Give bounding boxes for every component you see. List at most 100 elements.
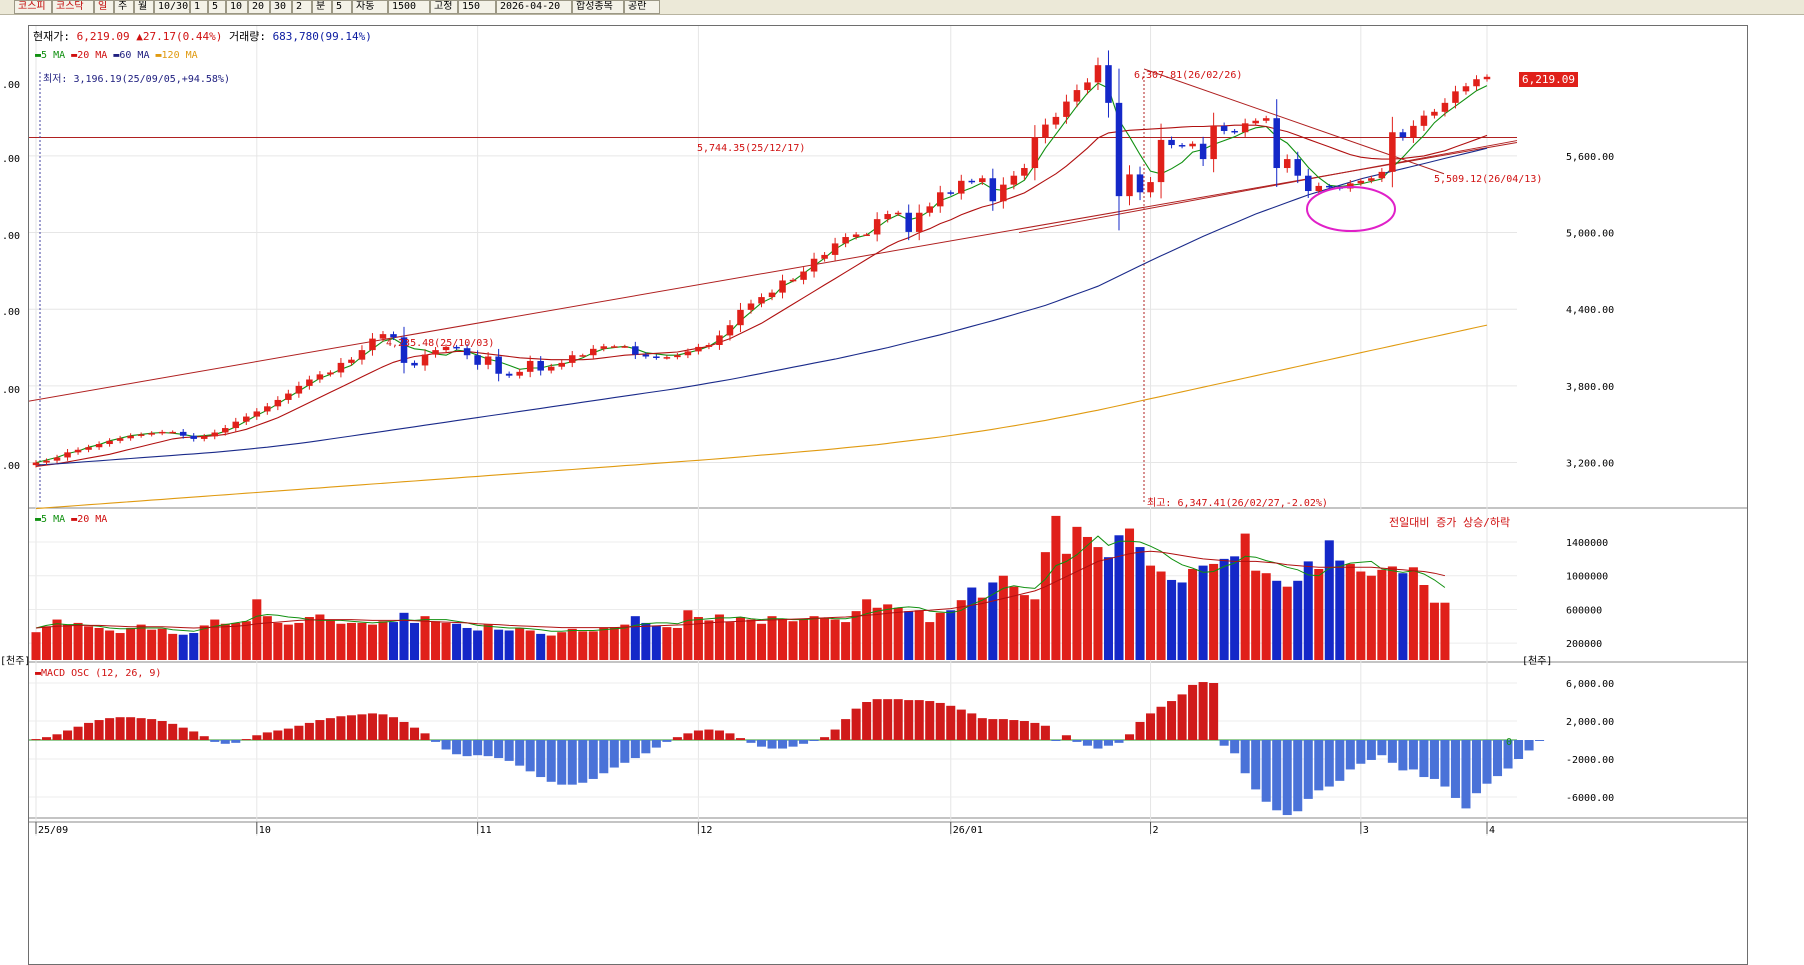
volume-bar <box>725 622 735 660</box>
candle-body <box>1452 91 1459 103</box>
toolbar-item[interactable]: 2026-04-20 <box>496 0 572 14</box>
macd-bar <box>1377 740 1387 756</box>
toolbar-item[interactable]: 5 <box>208 0 226 14</box>
toolbar-item[interactable]: 합성종목 <box>572 0 624 14</box>
candle-body <box>327 372 334 375</box>
toolbar-item[interactable]: 2 <box>292 0 312 14</box>
x-tick-label: 11 <box>480 825 492 836</box>
volume-bar <box>567 628 577 660</box>
macd-bar <box>357 714 367 740</box>
candle-body <box>1031 137 1039 169</box>
macd-bar <box>988 719 998 740</box>
toolbar-item[interactable]: 분 <box>312 0 332 14</box>
macd-bar <box>1524 740 1534 751</box>
toolbar-item[interactable]: 자동 <box>352 0 388 14</box>
toolbar-item[interactable]: 30 <box>270 0 292 14</box>
toolbar-item[interactable]: 코스닥 <box>52 0 94 14</box>
candle-body <box>747 303 755 310</box>
candle-body <box>1178 145 1186 147</box>
candle-body <box>1241 123 1249 133</box>
candle-body <box>758 297 765 304</box>
x-tick-label: 4 <box>1489 825 1495 836</box>
volume-bar <box>1051 515 1061 660</box>
macd-bar <box>367 713 377 740</box>
volume-bar <box>1314 568 1324 660</box>
macd-bar <box>788 740 798 747</box>
candle-body <box>936 192 944 207</box>
macd-bar <box>904 700 914 740</box>
candle-body <box>53 457 61 461</box>
toolbar-item[interactable]: 공란 <box>624 0 660 14</box>
macd-bar <box>1272 740 1282 811</box>
macd-bar <box>820 737 830 740</box>
support-annotation: 5,509.12(26/04/13) <box>1434 174 1543 185</box>
volume-bar <box>967 587 977 660</box>
volume-bar <box>378 621 388 660</box>
toolbar-item[interactable]: 150 <box>458 0 496 14</box>
toolbar-item[interactable]: 코스피 <box>14 0 52 14</box>
toolbar-item[interactable]: 1 <box>190 0 208 14</box>
toolbar-item[interactable]: 일 <box>94 0 114 14</box>
toolbar-item[interactable]: 월 <box>134 0 154 14</box>
candle-body <box>684 351 692 356</box>
macd-bar <box>304 722 314 740</box>
candle-body <box>579 355 587 357</box>
candle-body <box>726 325 734 336</box>
macd-bar <box>294 725 304 740</box>
volume-bar <box>1398 573 1408 660</box>
toolbar-item[interactable]: 10 <box>226 0 248 14</box>
volume-bar <box>483 624 493 660</box>
candle-body <box>421 354 429 366</box>
hline-annotation: 5,744.35(25/12/17) <box>697 143 806 154</box>
candle-body <box>1168 139 1175 146</box>
macd-bar <box>1450 740 1460 798</box>
volume-bar <box>1293 580 1303 660</box>
candle-body <box>495 356 502 374</box>
macd-bar <box>189 731 199 740</box>
candle-body <box>348 359 355 363</box>
volume-bar <box>1303 561 1313 660</box>
toolbar-item[interactable]: 10/30/ <box>154 0 190 14</box>
candle-body <box>873 219 881 235</box>
macd-bar <box>462 740 472 757</box>
candle-body <box>1126 174 1133 197</box>
macd-bar <box>778 740 788 749</box>
candle-body <box>926 206 933 213</box>
candle-body <box>852 234 860 238</box>
macd-bar <box>1146 713 1156 740</box>
x-tick-label: 2 <box>1153 825 1159 836</box>
macd-bar <box>1440 740 1450 787</box>
macd-bar <box>1293 740 1303 812</box>
candle-body <box>169 431 176 434</box>
toolbar-item[interactable]: 주 <box>114 0 134 14</box>
volume-bar <box>157 628 167 660</box>
toolbar-item[interactable]: 20 <box>248 0 270 14</box>
toolbar-item[interactable]: 1500 <box>388 0 430 14</box>
ma5-legend-label: 5 MA <box>41 50 66 61</box>
price-tick-label-left: .00 <box>2 154 20 165</box>
volume-bar <box>630 616 640 660</box>
macd-legend-label: MACD OSC (12, 26, 9) <box>41 668 162 679</box>
candle-body <box>1105 65 1112 103</box>
price-tick-label-left: .00 <box>2 231 20 242</box>
volume-bar <box>126 627 136 660</box>
candle-body <box>484 356 492 365</box>
macd-bar <box>1429 740 1439 779</box>
volume-unit-left: [천주] <box>0 656 31 667</box>
candle-body <box>358 350 366 360</box>
price-header: 현재가: 6,219.09 ▲27.17(0.44%) 거래량: 683,780… <box>33 28 372 44</box>
price-tick-label-left: .00 <box>2 307 20 318</box>
toolbar-item[interactable]: 5 <box>332 0 352 14</box>
toolbar: 코스피코스닥일주월10/30/151020302분5자동1500고정150202… <box>0 0 1804 15</box>
volume-bar <box>94 627 104 660</box>
macd-bar <box>262 732 272 740</box>
volume-bar <box>714 614 724 660</box>
candle-body <box>653 356 660 358</box>
toolbar-item[interactable]: 고정 <box>430 0 458 14</box>
macd-bar <box>420 733 430 740</box>
candle-body <box>190 435 197 439</box>
macd-bar <box>557 740 567 785</box>
volume-bar <box>220 623 230 660</box>
macd-bar <box>830 729 840 740</box>
macd-bar <box>115 717 125 740</box>
